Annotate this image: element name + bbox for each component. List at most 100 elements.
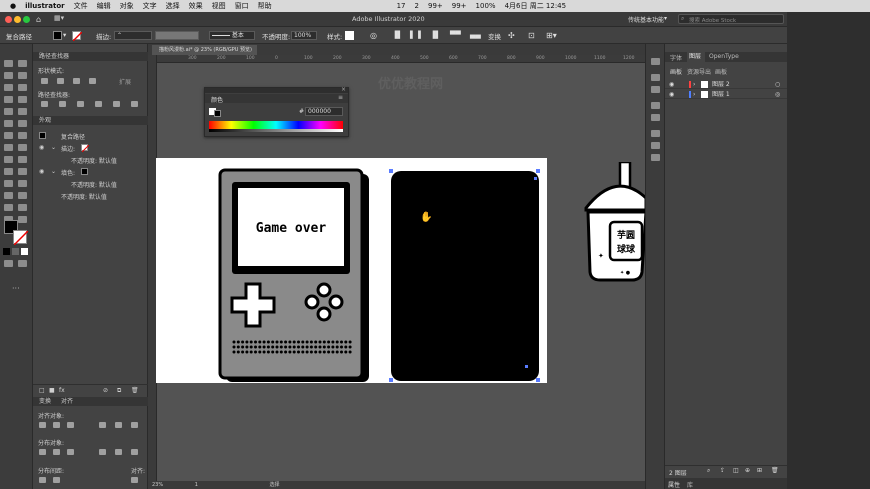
object-opacity-label[interactable]: 不透明度: 默认值 <box>61 192 107 201</box>
home-icon[interactable]: ⌂ <box>36 15 41 24</box>
distribute-hcenter-icon[interactable] <box>115 449 122 455</box>
tab-opentype[interactable]: OpenType <box>709 53 739 60</box>
zoom-tool-icon[interactable] <box>18 216 27 223</box>
symbol-sprayer-tool-icon[interactable] <box>4 192 13 199</box>
target-icon[interactable]: ○ <box>775 80 780 89</box>
color-guide-icon[interactable] <box>651 74 660 81</box>
chevron-right-icon[interactable]: › <box>693 80 695 89</box>
merge-icon[interactable] <box>77 101 84 107</box>
tab-artboards-2[interactable]: 画板 <box>715 67 727 76</box>
fill-opacity-label[interactable]: 不透明度: 默认值 <box>71 180 117 189</box>
rotate-tool-icon[interactable] <box>4 132 13 139</box>
perspective-grid-tool-icon[interactable] <box>18 156 27 163</box>
menu-help[interactable]: 帮助 <box>258 1 272 11</box>
document-tab[interactable]: 描粉风漫粉.ai* @ 23% (RGB/GPU 预览) <box>152 45 257 55</box>
eraser-tool-icon[interactable] <box>18 120 27 127</box>
gradient-panel-icon[interactable] <box>651 142 660 149</box>
badge-status-2[interactable]: 99+ <box>428 2 443 10</box>
minimize-window-button[interactable] <box>14 16 21 23</box>
fill-attribute-label[interactable]: 填色: <box>61 168 75 177</box>
align-right-icon[interactable]: ▐▌ <box>430 31 441 39</box>
chevron-right-icon[interactable]: › <box>693 90 695 99</box>
horizontal-align-center-icon[interactable] <box>53 422 60 428</box>
gradient-tool-icon[interactable] <box>18 168 27 175</box>
vertical-align-top-icon[interactable] <box>99 422 106 428</box>
line-tool-icon[interactable] <box>18 96 27 103</box>
tab-properties[interactable]: 属性 <box>668 480 680 489</box>
layer-name[interactable]: 图层 1 <box>712 90 730 99</box>
eye-icon[interactable]: ◉ <box>669 90 674 99</box>
tab-layers[interactable]: 图层 <box>687 52 705 62</box>
more-tools-icon[interactable]: ··· <box>12 284 20 293</box>
black-compound-path[interactable]: ✋ <box>386 168 546 384</box>
rectangle-tool-icon[interactable] <box>4 108 13 115</box>
stroke-attribute-label[interactable]: 描边: <box>61 144 75 153</box>
workspace-switcher[interactable]: 传统基本功能 <box>628 15 664 24</box>
selection-tool-icon[interactable] <box>4 60 13 67</box>
clear-appearance-icon[interactable]: ⊘ <box>103 387 108 394</box>
none-mode-icon[interactable] <box>21 248 28 255</box>
distribute-bottom-icon[interactable] <box>67 449 74 455</box>
new-fill-icon[interactable]: ■ <box>49 387 55 394</box>
stroke-opacity-label[interactable]: 不透明度: 默认值 <box>71 156 117 165</box>
horizontal-align-left-icon[interactable] <box>39 422 46 428</box>
layer-name[interactable]: 图层 2 <box>712 80 730 89</box>
fill-attribute-swatch[interactable] <box>81 168 88 175</box>
screen-mode-icon[interactable] <box>18 260 27 267</box>
vertical-align-bottom-icon[interactable] <box>131 422 138 428</box>
battery-status[interactable]: 100% <box>476 2 496 10</box>
grayscale-ramp[interactable] <box>209 129 343 132</box>
add-effect-icon[interactable]: fx <box>59 387 65 394</box>
brushes-icon[interactable] <box>651 102 660 109</box>
trash-icon[interactable]: 🗑 <box>771 467 779 474</box>
badge-status-1[interactable]: 2 <box>415 2 419 10</box>
tab-transform[interactable]: 变换 <box>39 398 51 405</box>
artboard-number[interactable]: 1 <box>195 482 198 488</box>
menu-type[interactable]: 文字 <box>143 1 157 11</box>
outline-icon[interactable] <box>113 101 120 107</box>
minus-back-icon[interactable] <box>131 101 138 107</box>
exclude-icon[interactable] <box>89 78 96 84</box>
fill-swatch[interactable] <box>53 31 62 40</box>
type-tool-icon[interactable] <box>4 96 13 103</box>
align-bottom-icon[interactable]: ▄▄ <box>470 31 481 39</box>
free-transform-tool-icon[interactable] <box>18 144 27 151</box>
pen-tool-icon[interactable] <box>4 84 13 91</box>
hex-input[interactable]: 000000 <box>305 107 343 116</box>
distribute-top-icon[interactable] <box>39 449 46 455</box>
stroke-swatch[interactable] <box>72 31 83 42</box>
badge-status-3[interactable]: 99+ <box>452 2 467 10</box>
color-mode-icon[interactable] <box>3 248 10 255</box>
eye-icon[interactable]: ◉ <box>39 168 44 175</box>
app-menu[interactable]: illustrator <box>25 2 64 10</box>
intersect-icon[interactable] <box>73 78 80 84</box>
shaper-tool-icon[interactable] <box>4 120 13 127</box>
align-left-icon[interactable]: ▐▌ <box>392 31 403 39</box>
variable-width-profile[interactable] <box>155 31 199 40</box>
clipping-mask-icon[interactable]: ◫ <box>733 467 739 474</box>
arrange-documents-icon[interactable]: ▦▾ <box>54 14 64 22</box>
fill-mini-swatch[interactable] <box>214 110 221 117</box>
menu-object[interactable]: 对象 <box>120 1 134 11</box>
magic-wand-tool-icon[interactable] <box>4 72 13 79</box>
distribute-right-icon[interactable] <box>131 449 138 455</box>
locate-object-icon[interactable]: ⌕ <box>707 467 710 475</box>
transparency-panel-icon[interactable] <box>651 154 660 161</box>
stroke-weight-field[interactable]: ⌃ <box>114 31 152 40</box>
layer-row[interactable]: ◉ › 图层 1 ◎ <box>665 90 787 99</box>
bubble-tea-illustration[interactable]: 芋圆 球球 ✦ ✦ ● <box>584 162 645 286</box>
trash-icon[interactable]: 🗑 <box>131 387 139 394</box>
color-spectrum[interactable] <box>209 121 343 129</box>
trim-icon[interactable] <box>59 101 66 107</box>
mesh-tool-icon[interactable] <box>4 168 13 175</box>
eye-icon[interactable]: ◉ <box>39 144 44 151</box>
shape-builder-tool-icon[interactable] <box>4 156 13 163</box>
stroke-attribute-swatch[interactable] <box>81 144 90 153</box>
transform-link[interactable]: 变换 <box>488 31 501 41</box>
width-tool-icon[interactable] <box>4 144 13 151</box>
recolor-icon[interactable]: ◎ <box>370 31 377 40</box>
lasso-tool-icon[interactable] <box>18 72 27 79</box>
tab-align[interactable]: 对齐 <box>61 398 73 405</box>
gameboy-illustration[interactable]: Game over <box>218 168 373 384</box>
zoom-window-button[interactable] <box>23 16 30 23</box>
